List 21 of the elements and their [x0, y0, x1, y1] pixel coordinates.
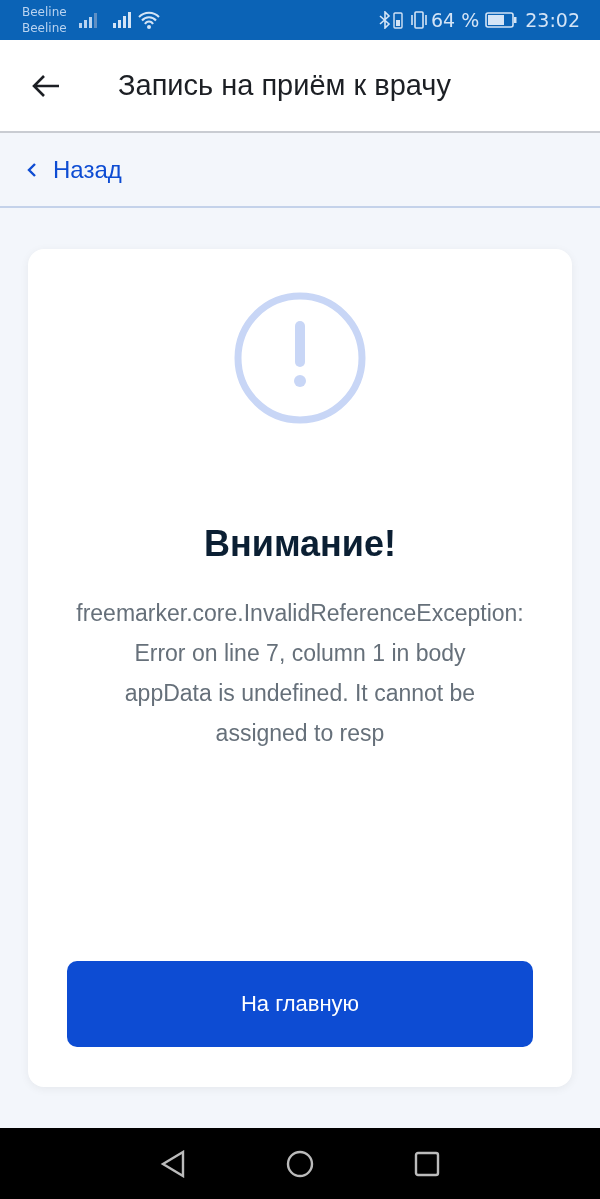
warning-title: Внимание!	[204, 523, 396, 565]
clock: 23:02	[525, 9, 580, 31]
signal-icon	[112, 12, 133, 28]
back-link[interactable]: Назад	[27, 155, 122, 184]
vibrate-icon	[408, 11, 429, 29]
back-arrow-icon[interactable]	[32, 73, 60, 98]
recents-icon[interactable]	[414, 1150, 440, 1177]
wifi-icon	[136, 11, 161, 29]
bluetooth-icon	[378, 11, 391, 29]
back-icon[interactable]	[160, 1149, 186, 1178]
battery-icon	[485, 12, 518, 28]
home-button[interactable]: На главную	[67, 961, 533, 1047]
warning-icon	[233, 291, 367, 425]
screen-title: Запись на приём к врачу	[118, 69, 451, 102]
chevron-left-icon	[27, 161, 37, 178]
error-message: freemarker.core.InvalidReferenceException: Error on line 7, column 1 in body appData is undefined. It cannot be assigned to resp	[76, 599, 524, 748]
home-icon[interactable]	[286, 1149, 314, 1178]
carrier-name: Beeline	[22, 20, 67, 36]
carrier-name: Beeline	[22, 4, 67, 20]
battery-percentage: 64 %	[430, 9, 480, 31]
battery-icon	[392, 11, 403, 29]
